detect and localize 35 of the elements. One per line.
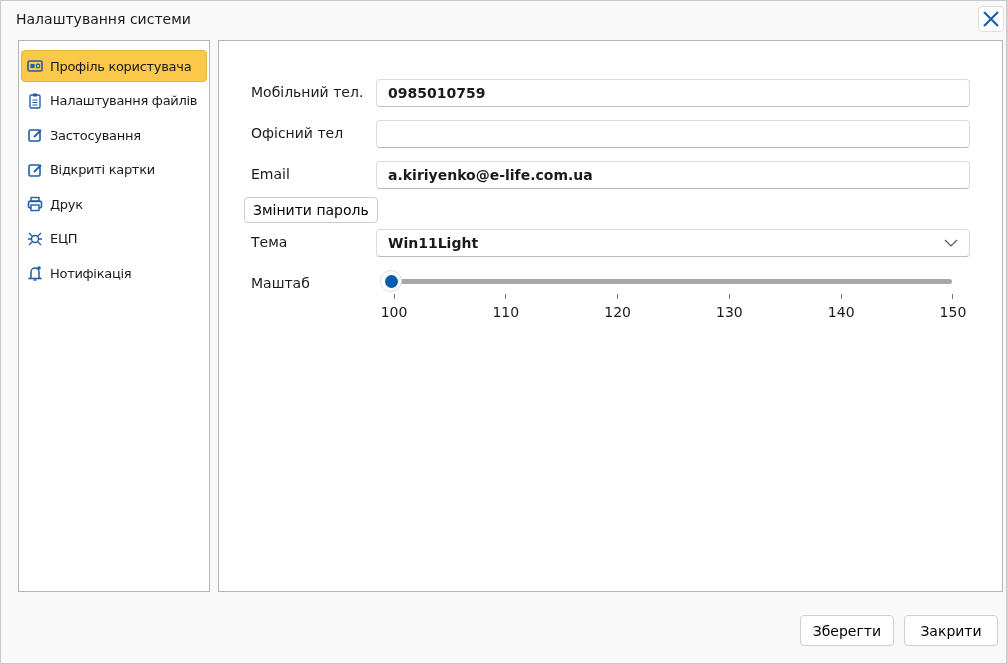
field-label: Офісний тел	[251, 124, 345, 141]
sidebar-item[interactable]: ЕЦП	[21, 222, 207, 255]
change-password-button[interactable]: Змінити пароль	[244, 197, 378, 223]
field-label: Мобільний тел.	[251, 83, 365, 100]
tick-label: 140	[827, 304, 855, 320]
edit-icon	[26, 126, 44, 144]
tick-label: 100	[380, 304, 408, 320]
sidebar-item[interactable]: Застосування	[21, 119, 207, 151]
sidebar-item[interactable]: Друк	[21, 188, 207, 220]
tick-label: 120	[604, 304, 631, 320]
input-field[interactable]: a.kiriyenko@e-life.com.ua	[376, 161, 970, 189]
sidebar-item[interactable]: Відкриті картки	[21, 153, 207, 186]
input-field[interactable]: 0985010759	[376, 79, 970, 107]
sidebar-item[interactable]: Профіль користувача	[21, 50, 207, 82]
printer-icon	[26, 195, 44, 213]
close-button[interactable]	[978, 5, 1004, 32]
sidebar-item[interactable]: Нотифікація	[21, 257, 207, 289]
input-field[interactable]	[376, 120, 970, 148]
chevron-down-icon	[944, 239, 958, 247]
id-card-icon	[26, 57, 44, 75]
window-title: Налаштування системи	[16, 10, 191, 27]
close-dialog-button[interactable]: Закрити	[904, 615, 998, 646]
field-label: Тема	[251, 233, 289, 250]
tick-label: 110	[492, 304, 520, 320]
bell-icon	[26, 264, 44, 282]
save-button[interactable]: Зберегти	[799, 615, 894, 646]
sidebar-item[interactable]: Налаштування файлів	[21, 84, 207, 117]
theme-dropdown[interactable]: Win11Light	[376, 229, 970, 257]
close-icon	[981, 8, 1001, 29]
tick-label: 130	[716, 304, 743, 320]
field-label: Маштаб	[251, 274, 311, 291]
slider-thumb[interactable]	[380, 270, 402, 292]
tick-label: 150	[939, 304, 967, 320]
field-label: Email	[251, 165, 291, 182]
clipboard-icon	[26, 91, 44, 110]
